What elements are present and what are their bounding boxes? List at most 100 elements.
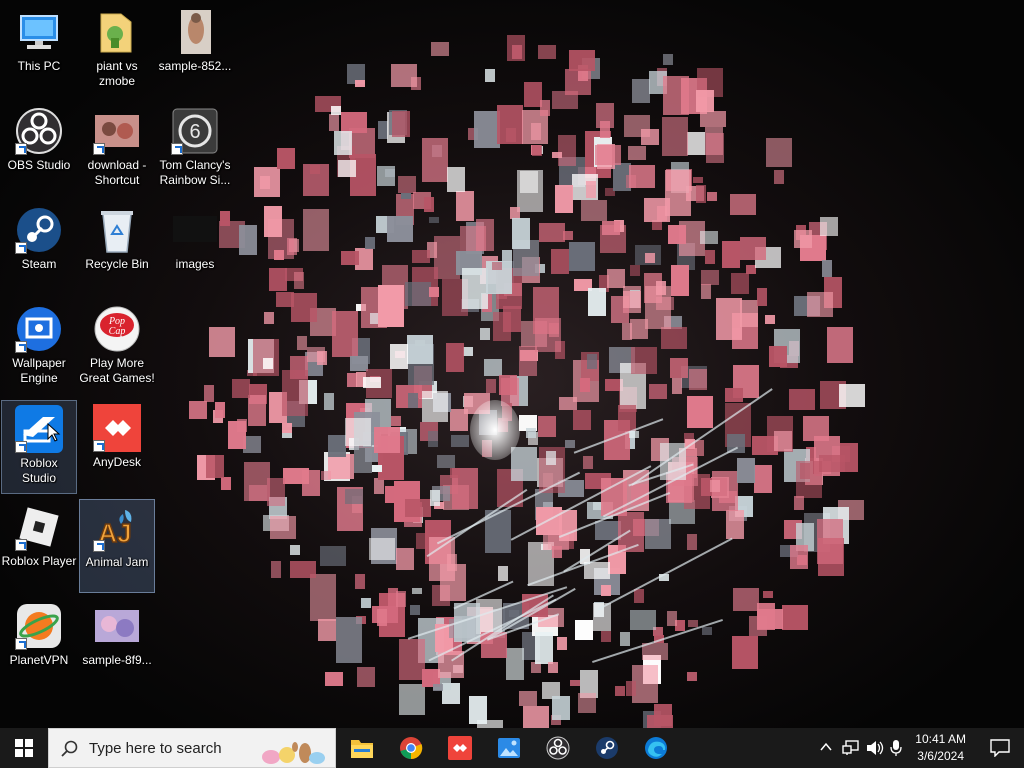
desktop-icon-this-pc[interactable]: This PC bbox=[1, 4, 77, 98]
shortcut-arrow-icon bbox=[15, 539, 27, 551]
wallpaper-pixel bbox=[206, 455, 224, 478]
desktop-icon-steam[interactable]: Steam bbox=[1, 202, 77, 296]
wallpaper-pixel bbox=[632, 79, 650, 103]
wallpaper-pixel bbox=[456, 191, 474, 221]
wallpaper-pixel bbox=[387, 216, 413, 242]
network-icon[interactable] bbox=[842, 740, 860, 756]
desktop-icon-download-shortcut[interactable]: download - Shortcut bbox=[79, 103, 155, 197]
wallpaper-pixel bbox=[283, 468, 309, 484]
wallpaper-pixel bbox=[663, 54, 673, 65]
wallpaper-pixel bbox=[732, 636, 758, 669]
taskbar-clock[interactable]: 10:41 AM 3/6/2024 bbox=[915, 731, 966, 765]
shortcut-arrow-icon bbox=[15, 441, 27, 453]
taskbar-anydesk[interactable] bbox=[436, 728, 484, 768]
wallpaper-pixel bbox=[377, 166, 395, 186]
wallpaper-pixel bbox=[424, 197, 434, 212]
wallpaper-pixel bbox=[588, 288, 606, 316]
desktop-icon-roblox-player[interactable]: Roblox Player bbox=[1, 499, 77, 593]
wallpaper-pixel bbox=[722, 241, 740, 268]
this-pc-icon bbox=[15, 8, 63, 56]
chevron-up-icon[interactable] bbox=[820, 742, 832, 752]
wallpaper-pixel bbox=[546, 451, 556, 465]
wallpaper-pixel bbox=[551, 249, 569, 274]
wallpaper-pixel bbox=[725, 388, 743, 402]
wallpaper-pixel bbox=[428, 431, 438, 447]
taskbar-steam[interactable] bbox=[583, 728, 631, 768]
taskbar-file-explorer[interactable] bbox=[338, 728, 386, 768]
wallpaper-pixel bbox=[763, 591, 773, 598]
desktop-icon-label: images bbox=[175, 257, 215, 271]
wallpaper-pixel bbox=[377, 609, 387, 626]
desktop-icon-wallpaper-engine[interactable]: Wallpaper Engine bbox=[1, 301, 77, 395]
wallpaper-pixel bbox=[757, 288, 767, 306]
wallpaper-pixel bbox=[267, 478, 285, 506]
wallpaper-pixel bbox=[586, 181, 596, 198]
wallpaper-pixel bbox=[794, 496, 804, 510]
wallpaper-pixel bbox=[696, 90, 714, 112]
wallpaper-pixel bbox=[552, 152, 562, 158]
wallpaper-pixel bbox=[405, 499, 431, 517]
shortcut-arrow-icon bbox=[15, 242, 27, 254]
steam-icon bbox=[596, 737, 618, 759]
wallpaper-pixel bbox=[587, 354, 597, 369]
wallpaper-pixel bbox=[552, 546, 562, 558]
wallpaper-pixel bbox=[215, 402, 225, 418]
wallpaper-pixel bbox=[573, 410, 591, 430]
wallpaper-pixel bbox=[656, 281, 666, 295]
planetvpn-icon bbox=[15, 602, 63, 650]
desktop-icon-piant-vs-zmobe[interactable]: piant vs zmobe bbox=[79, 4, 155, 98]
wallpaper-pixel bbox=[357, 667, 375, 687]
desktop-icon-images[interactable]: images bbox=[157, 202, 233, 296]
taskbar-photos[interactable] bbox=[485, 728, 533, 768]
start-button[interactable] bbox=[0, 728, 48, 768]
desktop-icon-label: download - Shortcut bbox=[87, 158, 147, 187]
wallpaper-pixel bbox=[693, 177, 703, 183]
wallpaper-pixel bbox=[462, 268, 488, 309]
wallpaper-pixel bbox=[486, 379, 496, 393]
wallpaper-pixel bbox=[263, 358, 273, 369]
taskbar-chrome[interactable] bbox=[387, 728, 435, 768]
wallpaper-pixel bbox=[645, 519, 671, 549]
wallpaper-pixel bbox=[264, 206, 282, 237]
file-explorer-icon bbox=[351, 740, 373, 758]
desktop-icon-obs-studio[interactable]: OBS Studio bbox=[1, 103, 77, 197]
desktop-icon-rainbow-six[interactable]: 6 Tom Clancy's Rainbow Si... bbox=[157, 103, 233, 197]
taskbar: Type here to search 10:41 AM 3/6/2024 bbox=[0, 728, 1024, 768]
volume-icon[interactable] bbox=[866, 740, 884, 756]
taskbar-search-box[interactable]: Type here to search bbox=[48, 728, 336, 768]
desktop-icon-sample-852[interactable]: sample-852... bbox=[157, 4, 233, 98]
svg-text:Cap: Cap bbox=[109, 326, 126, 337]
wallpaper-pixel bbox=[540, 100, 550, 116]
shortcut-arrow-icon bbox=[93, 540, 105, 552]
wallpaper-pixel bbox=[320, 546, 346, 566]
notification-center-icon[interactable] bbox=[990, 739, 1010, 757]
wallpaper-pixel bbox=[189, 401, 207, 419]
wallpaper-pixel bbox=[757, 603, 775, 630]
wallpaper-pixel bbox=[702, 627, 712, 635]
desktop-icon-anydesk[interactable]: AnyDesk bbox=[79, 400, 155, 494]
wallpaper-pixel bbox=[520, 171, 538, 193]
wallpaper-pixel bbox=[412, 588, 422, 594]
desktop-icon-roblox-studio[interactable]: Roblox Studio bbox=[1, 400, 77, 494]
wallpaper-pixel bbox=[392, 111, 410, 137]
wallpaper-pixel bbox=[663, 76, 689, 115]
wallpaper-pixel bbox=[361, 598, 371, 608]
wallpaper-pixel bbox=[328, 454, 354, 479]
desktop-icon-planetvpn[interactable]: PlanetVPN bbox=[1, 598, 77, 692]
wallpaper-pixel bbox=[630, 265, 640, 276]
wallpaper-pixel bbox=[623, 291, 641, 308]
desktop-icon-sample-8f9[interactable]: sample-8f9... bbox=[79, 598, 155, 692]
wallpaper-pixel bbox=[374, 478, 384, 494]
microphone-icon[interactable] bbox=[890, 739, 902, 757]
wallpaper-pixel bbox=[620, 632, 630, 646]
windows-logo-icon bbox=[15, 739, 33, 757]
mouse-cursor-icon bbox=[47, 423, 61, 442]
desktop-icon-recycle-bin[interactable]: Recycle Bin bbox=[79, 202, 155, 296]
wallpaper-pixel bbox=[740, 237, 766, 260]
taskbar-obs-studio[interactable] bbox=[534, 728, 582, 768]
taskbar-edge[interactable] bbox=[632, 728, 680, 768]
desktop-icon-animal-jam[interactable]: AJ Animal Jam bbox=[79, 499, 155, 593]
desktop-icon-play-more-great-games[interactable]: Pop Cap Play More Great Games! bbox=[79, 301, 155, 395]
wallpaper-pixel bbox=[498, 566, 508, 581]
wallpaper-pixel bbox=[331, 106, 341, 115]
